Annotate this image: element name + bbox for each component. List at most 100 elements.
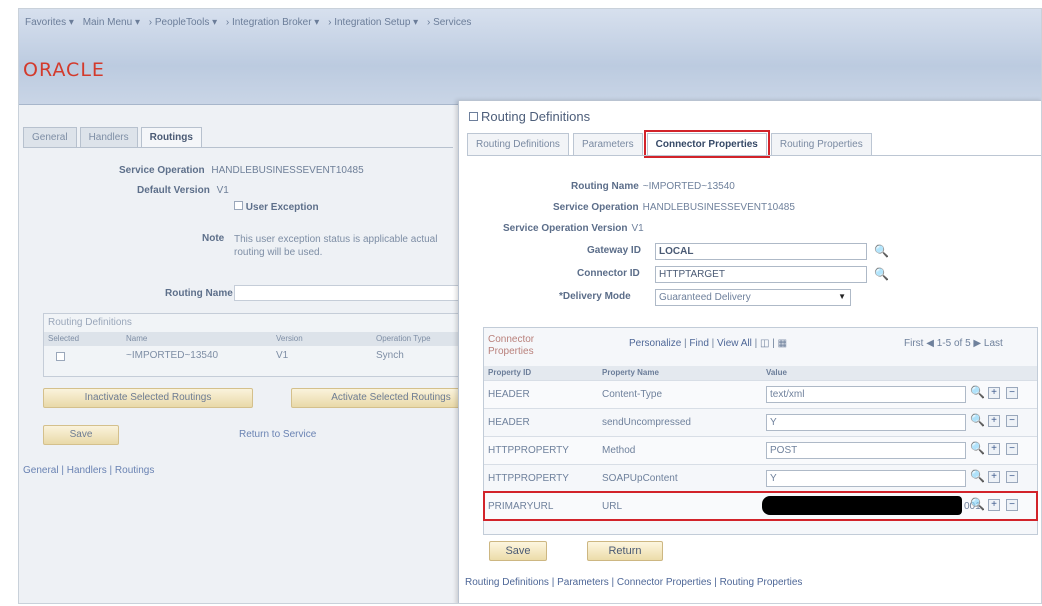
delete-row-icon[interactable]: − (1006, 443, 1018, 455)
tab-routing-properties[interactable]: Routing Properties (770, 133, 872, 155)
search-icon[interactable]: 🔍 (970, 442, 985, 455)
search-icon[interactable]: 🔍 (970, 414, 985, 427)
service-operation-version-label: Service Operation Version (503, 223, 628, 234)
services-footer-links[interactable]: General | Handlers | Routings (23, 465, 154, 476)
gateway-id-label: Gateway ID (587, 245, 641, 256)
routing-row-version: V1 (276, 350, 289, 361)
modal-footer-links[interactable]: Routing Definitions | Parameters | Conne… (465, 577, 802, 588)
redacted-url-value[interactable] (762, 496, 962, 515)
delete-row-icon[interactable]: − (1006, 415, 1018, 427)
table-row-primary-url: PRIMARYURL URL 001 🔍 + − (483, 491, 1038, 521)
routing-grid-header: Selected Name Version Operation Type (44, 332, 462, 346)
first-link[interactable]: First (904, 338, 923, 349)
nav-integration-broker[interactable]: › Integration Broker ▾ (226, 17, 319, 28)
gateway-id-input[interactable]: LOCAL (655, 243, 867, 260)
tab-connector-properties[interactable]: Connector Properties (643, 130, 770, 158)
next-icon[interactable]: ▶ (973, 338, 981, 349)
modal-tabs: Routing Definitions Parameters Connector… (467, 130, 876, 158)
table-row: HTTPPROPERTY SOAPUpContent Y 🔍 + − (484, 464, 1037, 492)
row-property-id: HEADER (488, 389, 530, 400)
delivery-mode-select[interactable]: Guaranteed Delivery ▼ (655, 289, 851, 306)
main-navigation: Favorites ▾ Main Menu ▾ › PeopleTools ▾ … (25, 17, 477, 28)
connector-properties-grid: Connector Properties Personalize | Find … (483, 327, 1038, 535)
nav-favorites[interactable]: Favorites ▾ (25, 17, 74, 28)
tab-general[interactable]: General (23, 127, 77, 147)
delete-row-icon[interactable]: − (1006, 387, 1018, 399)
delivery-mode-label: *Delivery Mode (559, 291, 631, 302)
search-icon[interactable]: 🔍 (970, 498, 985, 511)
last-link[interactable]: Last (984, 338, 1003, 349)
col-property-id: Property ID (488, 368, 532, 377)
connector-properties-title: Connector Properties (488, 334, 535, 357)
row-property-name: Method (602, 445, 636, 456)
routing-name-field: Routing Name ~IMPORTED~13540 (571, 181, 735, 192)
service-operation-version-field: Service Operation Version V1 (503, 223, 644, 234)
routing-name-value: ~IMPORTED~13540 (642, 181, 735, 192)
row-property-name: SOAPUpContent (602, 473, 678, 484)
delete-row-icon[interactable]: − (1006, 499, 1018, 511)
note-label: Note (202, 233, 225, 244)
table-row: HTTPPROPERTY Method POST 🔍 + − (484, 436, 1037, 464)
routing-name-label: Routing Name (165, 288, 233, 299)
modal-title-text: Routing Definitions (481, 109, 591, 124)
save-button[interactable]: Save (489, 541, 547, 561)
save-button-background[interactable]: Save (43, 425, 119, 445)
add-row-icon[interactable]: + (988, 471, 1000, 483)
gateway-lookup-icon[interactable]: 🔍 (874, 244, 889, 258)
routing-name-label-wrap: Routing Name (165, 288, 237, 299)
service-operation-value: HANDLEBUSINESSEVENT10485 (211, 165, 364, 176)
tab-parameters[interactable]: Parameters (572, 133, 643, 155)
default-version-field: Default Version V1 (137, 185, 229, 196)
tab-routings[interactable]: Routings (140, 127, 202, 147)
add-row-icon[interactable]: + (988, 415, 1000, 427)
add-row-icon[interactable]: + (988, 499, 1000, 511)
return-to-service-link[interactable]: Return to Service (239, 429, 316, 440)
col-name: Name (126, 334, 148, 343)
tab-handlers[interactable]: Handlers (79, 127, 138, 147)
grid-body: HEADER Content-Type text/xml 🔍 + − HEADE… (483, 380, 1038, 530)
default-version-value: V1 (216, 185, 229, 196)
service-operation-field: Service Operation HANDLEBUSINESSEVENT104… (119, 165, 364, 176)
zoom-icon[interactable]: ◫ (760, 338, 769, 349)
connector-lookup-icon[interactable]: 🔍 (874, 267, 889, 281)
grid-range: 1-5 of 5 (936, 338, 971, 349)
nav-main-menu[interactable]: Main Menu ▾ (83, 17, 140, 28)
add-row-icon[interactable]: + (988, 443, 1000, 455)
routing-row-name[interactable]: ~IMPORTED~13540 (126, 350, 218, 361)
nav-integration-setup[interactable]: › Integration Setup ▾ (328, 17, 418, 28)
grid-navigation: First ◀ 1-5 of 5 ▶ Last (904, 338, 1003, 349)
row-property-id: HEADER (488, 417, 530, 428)
inactivate-selected-routings-button[interactable]: Inactivate Selected Routings (43, 388, 253, 408)
note-text: This user exception status is applicable… (234, 234, 438, 258)
download-icon[interactable]: ▦ (778, 338, 787, 349)
user-exception-checkbox[interactable] (234, 201, 243, 210)
tab-divider (23, 147, 453, 148)
row-property-name: Content-Type (602, 389, 663, 400)
row-value-input[interactable]: POST (766, 442, 966, 459)
row-value-input[interactable]: text/xml (766, 386, 966, 403)
gateway-id-label-wrap: Gateway ID (587, 245, 641, 256)
search-icon[interactable]: 🔍 (970, 386, 985, 399)
modal-tab-divider (467, 155, 1041, 156)
row-value-input[interactable]: Y (766, 470, 966, 487)
tab-routing-definitions[interactable]: Routing Definitions (467, 133, 569, 155)
routing-name-label: Routing Name (571, 181, 639, 192)
personalize-link[interactable]: Personalize (629, 338, 681, 349)
delete-row-icon[interactable]: − (1006, 471, 1018, 483)
routing-name-input[interactable] (234, 285, 459, 301)
return-button[interactable]: Return (587, 541, 663, 561)
default-version-label: Default Version (137, 185, 210, 196)
find-link[interactable]: Find (689, 338, 708, 349)
view-all-link[interactable]: View All (717, 338, 752, 349)
nav-peopletools[interactable]: › PeopleTools ▾ (149, 17, 217, 28)
routing-row-checkbox[interactable] (56, 352, 65, 361)
table-row: HEADER sendUncompressed Y 🔍 + − (484, 408, 1037, 436)
row-value-input[interactable]: Y (766, 414, 966, 431)
row-property-name: URL (602, 501, 623, 512)
prev-icon[interactable]: ◀ (926, 338, 934, 349)
add-row-icon[interactable]: + (988, 387, 1000, 399)
search-icon[interactable]: 🔍 (970, 470, 985, 483)
connector-id-input[interactable]: HTTPTARGET (655, 266, 867, 283)
col-value: Value (766, 368, 787, 377)
nav-services[interactable]: › Services (427, 17, 471, 28)
